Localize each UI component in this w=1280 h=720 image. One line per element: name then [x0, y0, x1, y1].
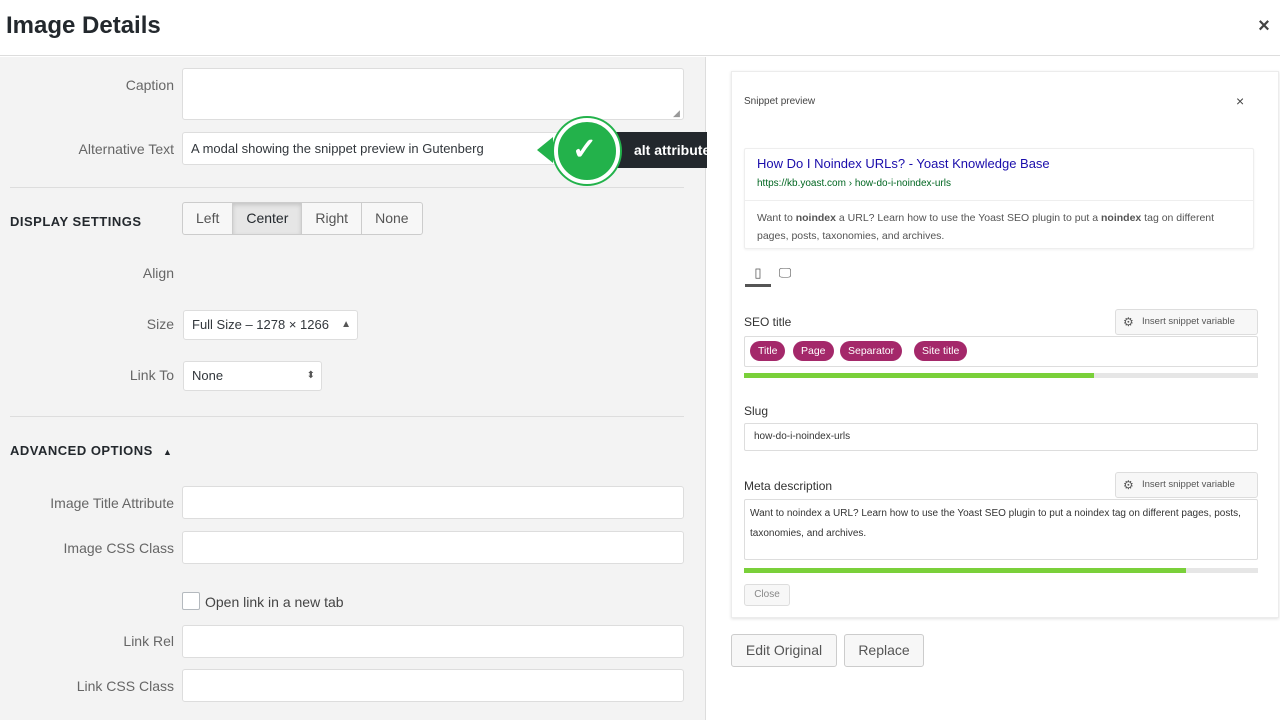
google-preview-description: Want to noindex a URL? Learn how to use … — [757, 212, 1215, 242]
meta-description-label: Meta description — [744, 479, 833, 493]
slug-label: Slug — [744, 404, 769, 418]
align-label: Align — [142, 265, 174, 281]
meta-description-value: Want to noindex a URL? Learn how to use … — [750, 508, 1241, 539]
insert-snippet-variable-button[interactable]: ⚙ Insert snippet variable — [1115, 309, 1258, 335]
slug-value: how-do-i-noindex-urls — [754, 431, 851, 442]
link-rel-field[interactable] — [182, 625, 684, 658]
link-to-label: Link To — [129, 367, 174, 383]
snippet-variable-pill[interactable]: Site title — [914, 341, 968, 361]
google-preview-title[interactable]: How Do I Noindex URLs? - Yoast Knowledge… — [757, 156, 1050, 171]
close-icon[interactable]: × — [1236, 93, 1244, 109]
align-center-button[interactable]: Center — [233, 203, 303, 234]
replace-button[interactable]: Replace — [844, 634, 924, 667]
align-left-button[interactable]: Left — [183, 203, 234, 234]
image-title-field[interactable] — [182, 486, 684, 519]
divider — [744, 200, 1254, 201]
advanced-options-heading: ADVANCED OPTIONS — [10, 443, 153, 458]
checkmark-icon: ✓ — [572, 133, 598, 166]
resize-handle-icon[interactable]: ◢ — [673, 108, 680, 119]
link-rel-label: Link Rel — [123, 633, 174, 649]
image-css-label: Image CSS Class — [63, 540, 174, 556]
edit-original-button[interactable]: Edit Original — [731, 634, 837, 667]
open-new-tab-checkbox[interactable] — [182, 592, 200, 610]
align-none-button[interactable]: None — [362, 203, 421, 234]
meta-description-progress-fill — [744, 568, 1187, 573]
gear-icon: ⚙ — [1123, 478, 1134, 492]
select-arrows-icon: ▲ — [341, 319, 351, 330]
select-arrows-icon: ⬍ — [306, 370, 315, 381]
open-new-tab-label[interactable]: Open link in a new tab — [205, 594, 344, 610]
display-settings-heading: DISPLAY SETTINGS — [10, 214, 142, 229]
seo-title-label: SEO title — [744, 315, 792, 329]
advanced-options-toggle[interactable]: ADVANCED OPTIONS ▲ — [10, 443, 172, 458]
close-icon[interactable]: × — [1252, 14, 1276, 38]
caret-up-icon: ▲ — [162, 447, 173, 457]
caption-label: Caption — [125, 77, 174, 93]
align-button-group: Left Center Right None — [182, 202, 423, 235]
divider — [10, 187, 684, 188]
size-label: Size — [146, 316, 174, 332]
seo-title-progress-fill — [744, 373, 1094, 378]
alt-text-label: Alternative Text — [78, 141, 174, 157]
caption-field[interactable] — [182, 68, 684, 120]
snippet-preview-title: Snippet preview — [744, 96, 816, 107]
link-to-select[interactable]: None ⬍ — [183, 361, 322, 391]
google-preview-url: https://kb.yoast.com › how-do-i-noindex-… — [757, 178, 951, 189]
snippet-variable-pill[interactable]: Page — [793, 341, 834, 361]
meta-description-progress-bar — [744, 568, 1258, 573]
desktop-preview-icon[interactable]: 🖵 — [774, 262, 796, 284]
image-css-field[interactable] — [182, 531, 684, 564]
seo-title-progress-bar — [744, 373, 1258, 378]
modal-title: Image Details — [6, 12, 161, 39]
insert-snippet-variable-button[interactable]: ⚙ Insert snippet variable — [1115, 472, 1258, 498]
align-right-button[interactable]: Right — [302, 203, 363, 234]
gear-icon: ⚙ — [1123, 315, 1134, 329]
callout-pointer — [537, 137, 553, 163]
alt-text-field[interactable]: A modal showing the snippet preview in G… — [182, 132, 562, 165]
link-css-field[interactable] — [182, 669, 684, 702]
modal-header: Image Details × — [0, 0, 1280, 56]
link-css-label: Link CSS Class — [76, 678, 174, 694]
image-title-label: Image Title Attribute — [50, 495, 174, 511]
size-select-value: Full Size – 1278 × 1266 — [192, 317, 329, 332]
snippet-variable-pill[interactable]: Title — [750, 341, 786, 361]
active-device-indicator — [745, 284, 771, 287]
size-select[interactable]: Full Size – 1278 × 1266 ▲ — [183, 310, 358, 340]
close-snippet-button[interactable]: Close — [744, 584, 790, 606]
mobile-preview-icon[interactable]: ▯ — [747, 262, 769, 284]
divider — [10, 416, 684, 417]
snippet-variable-pill[interactable]: Separator — [840, 341, 903, 361]
link-to-select-value: None — [192, 368, 224, 383]
